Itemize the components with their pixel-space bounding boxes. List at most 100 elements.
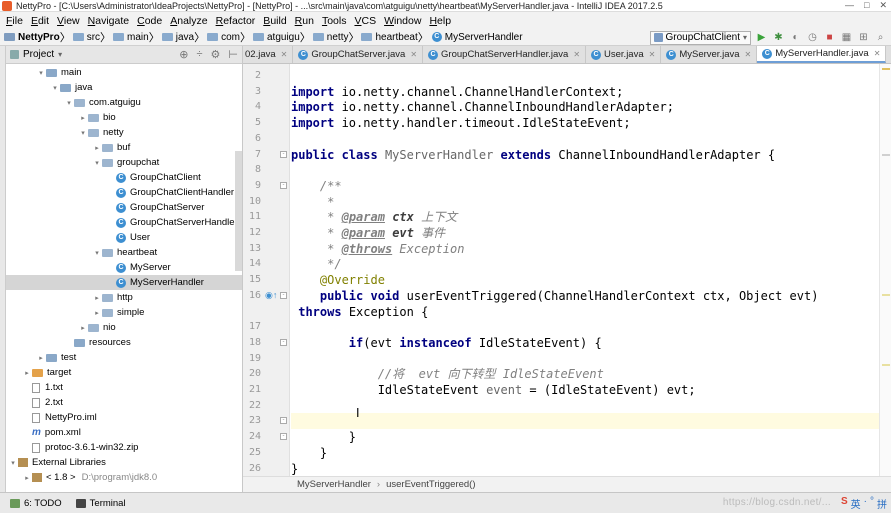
line-number[interactable]: 20 <box>243 366 261 382</box>
code-line[interactable]: * <box>291 194 879 210</box>
menu-run[interactable]: Run <box>291 15 318 27</box>
editor-tab[interactable]: C MyServer.java ✕ <box>661 46 758 63</box>
run-config-select[interactable]: GroupChatClient ▾ <box>649 30 751 45</box>
line-number[interactable]: 11 <box>243 209 261 225</box>
gear-icon[interactable]: ⚙ <box>211 48 221 61</box>
ime-mode[interactable]: 拼 <box>877 496 887 511</box>
tree-item[interactable]: ▾ External Libraries <box>8 455 106 470</box>
menu-window[interactable]: Window <box>380 15 425 27</box>
line-number[interactable]: 10 <box>243 194 261 210</box>
menu-build[interactable]: Build <box>259 15 290 27</box>
collapsed-arrow-icon[interactable]: ▸ <box>36 354 46 362</box>
menu-view[interactable]: View <box>53 15 84 27</box>
close-icon[interactable]: ✕ <box>745 50 752 59</box>
close-icon[interactable]: ✕ <box>874 49 881 58</box>
nav-crumb-main[interactable]: main <box>111 32 149 43</box>
line-number[interactable]: 16 <box>243 288 261 304</box>
ime-punct[interactable]: · <box>864 496 867 511</box>
close-icon[interactable]: ✕ <box>649 50 656 59</box>
line-number[interactable]: 2 <box>243 68 261 84</box>
code-line[interactable]: /** <box>291 178 879 194</box>
tree-item[interactable]: 2.txt <box>22 395 63 410</box>
nav-crumb-java[interactable]: java <box>160 32 194 43</box>
tree-item[interactable]: C MyServer <box>106 260 171 275</box>
line-number[interactable]: 23 <box>243 413 261 429</box>
code-line[interactable]: * @param ctx 上下文 <box>291 209 879 225</box>
code-area[interactable]: import io.netty.channel.ChannelHandlerCo… <box>291 64 879 476</box>
tree-item[interactable]: NettyPro.iml <box>22 410 97 425</box>
code-line[interactable] <box>291 162 879 178</box>
line-number[interactable]: 14 <box>243 256 261 272</box>
debug-icon[interactable]: ✱ <box>772 31 785 44</box>
scroll-marker[interactable] <box>882 294 890 296</box>
code-line[interactable]: public void userEventTriggered(ChannelHa… <box>291 288 879 304</box>
line-number[interactable]: 12 <box>243 225 261 241</box>
line-number[interactable] <box>243 304 261 320</box>
collapsed-arrow-icon[interactable]: ▸ <box>92 294 102 302</box>
analysis-marker[interactable] <box>882 68 890 70</box>
line-number[interactable]: 7 <box>243 147 261 163</box>
line-number[interactable]: 19 <box>243 351 261 367</box>
profile-icon[interactable]: ◷ <box>806 31 819 44</box>
tree-item[interactable]: ▾ com.atguigu <box>64 95 141 110</box>
scroll-marker[interactable] <box>882 364 890 366</box>
close-icon[interactable]: ✕ <box>573 50 580 59</box>
project-scrollbar[interactable] <box>235 151 242 271</box>
menu-file[interactable]: File <box>2 15 27 27</box>
code-line[interactable]: if(evt instanceof IdleStateEvent) { <box>291 335 879 351</box>
fold-icon[interactable]: - <box>280 338 287 346</box>
tree-item[interactable]: ▾ netty <box>78 125 123 140</box>
nav-crumb-src[interactable]: src <box>71 32 100 43</box>
line-number[interactable]: 5 <box>243 115 261 131</box>
editor-tab[interactable]: 02.java ✕ <box>243 46 294 63</box>
expanded-arrow-icon[interactable]: ▾ <box>36 69 46 77</box>
project-panel-title[interactable]: Project <box>23 49 54 60</box>
line-number[interactable]: 4 <box>243 99 261 115</box>
collapsed-arrow-icon[interactable]: ▸ <box>78 114 88 122</box>
menu-help[interactable]: Help <box>425 15 455 27</box>
collapse-icon[interactable]: ÷ <box>196 48 202 61</box>
scroll-marker[interactable] <box>882 154 890 156</box>
tree-item[interactable]: C User <box>106 230 150 245</box>
fold-icon[interactable]: - <box>280 291 287 299</box>
expanded-arrow-icon[interactable]: ▾ <box>8 459 18 467</box>
code-line[interactable] <box>291 68 879 84</box>
run-icon[interactable]: ▶ <box>755 31 768 44</box>
collapsed-arrow-icon[interactable]: ▸ <box>92 309 102 317</box>
tree-item[interactable]: ▸ target <box>22 365 71 380</box>
tree-item[interactable]: C GroupChatClientHandler <box>106 185 234 200</box>
line-number[interactable]: 6 <box>243 131 261 147</box>
code-line[interactable]: } <box>291 429 879 445</box>
code-line[interactable]: public class MyServerHandler extends Cha… <box>291 147 879 163</box>
menu-vcs[interactable]: VCS <box>350 15 380 27</box>
terminal-tool-button[interactable]: Terminal <box>75 498 126 509</box>
ime-lang[interactable]: 英 <box>851 496 861 511</box>
crumb-method[interactable]: userEventTriggered() <box>386 479 475 490</box>
override-icon[interactable]: ◉↑ <box>265 290 277 301</box>
line-number[interactable]: 25 <box>243 445 261 461</box>
code-line[interactable]: //将 evt 向下转型 IdleStateEvent <box>291 366 879 382</box>
line-number[interactable]: 21 <box>243 382 261 398</box>
code-line[interactable]: */ <box>291 256 879 272</box>
tree-item[interactable]: C GroupChatServerHandler <box>106 215 238 230</box>
tree-item[interactable]: protoc-3.6.1-win32.zip <box>22 440 138 455</box>
tree-item[interactable]: C GroupChatClient <box>106 170 201 185</box>
code-line[interactable]: throws Exception { <box>291 304 879 320</box>
editor-gutter[interactable]: 2 3 4 5 6 7 8 9 10 11 12 13 14 15 16 17 18 19 20 21 22 23 24 25… <box>243 64 290 476</box>
coverage-icon[interactable]: ◐ <box>789 31 802 44</box>
hide-icon[interactable]: ⊢ <box>228 48 238 61</box>
tree-item[interactable]: ▾ heartbeat <box>92 245 157 260</box>
fold-icon[interactable]: - <box>280 433 287 441</box>
project-structure-icon[interactable]: ▦ <box>840 31 853 44</box>
ime-width[interactable]: ° <box>870 496 874 511</box>
code-line[interactable]: @Override <box>291 272 879 288</box>
close-icon[interactable]: ✕ <box>410 50 417 59</box>
sync-icon[interactable]: ⊕ <box>179 48 188 61</box>
menu-navigate[interactable]: Navigate <box>84 15 133 27</box>
code-line[interactable] <box>291 131 879 147</box>
tree-item[interactable]: ▸ nio <box>78 320 115 335</box>
tree-item[interactable]: m pom.xml <box>22 425 81 440</box>
tree-item[interactable]: ▾ main <box>36 65 81 80</box>
nav-crumb-myserverhandler[interactable]: C MyServerHandler <box>429 32 523 43</box>
ime-toolbar[interactable]: S 英 · ° 拼 <box>841 496 887 511</box>
